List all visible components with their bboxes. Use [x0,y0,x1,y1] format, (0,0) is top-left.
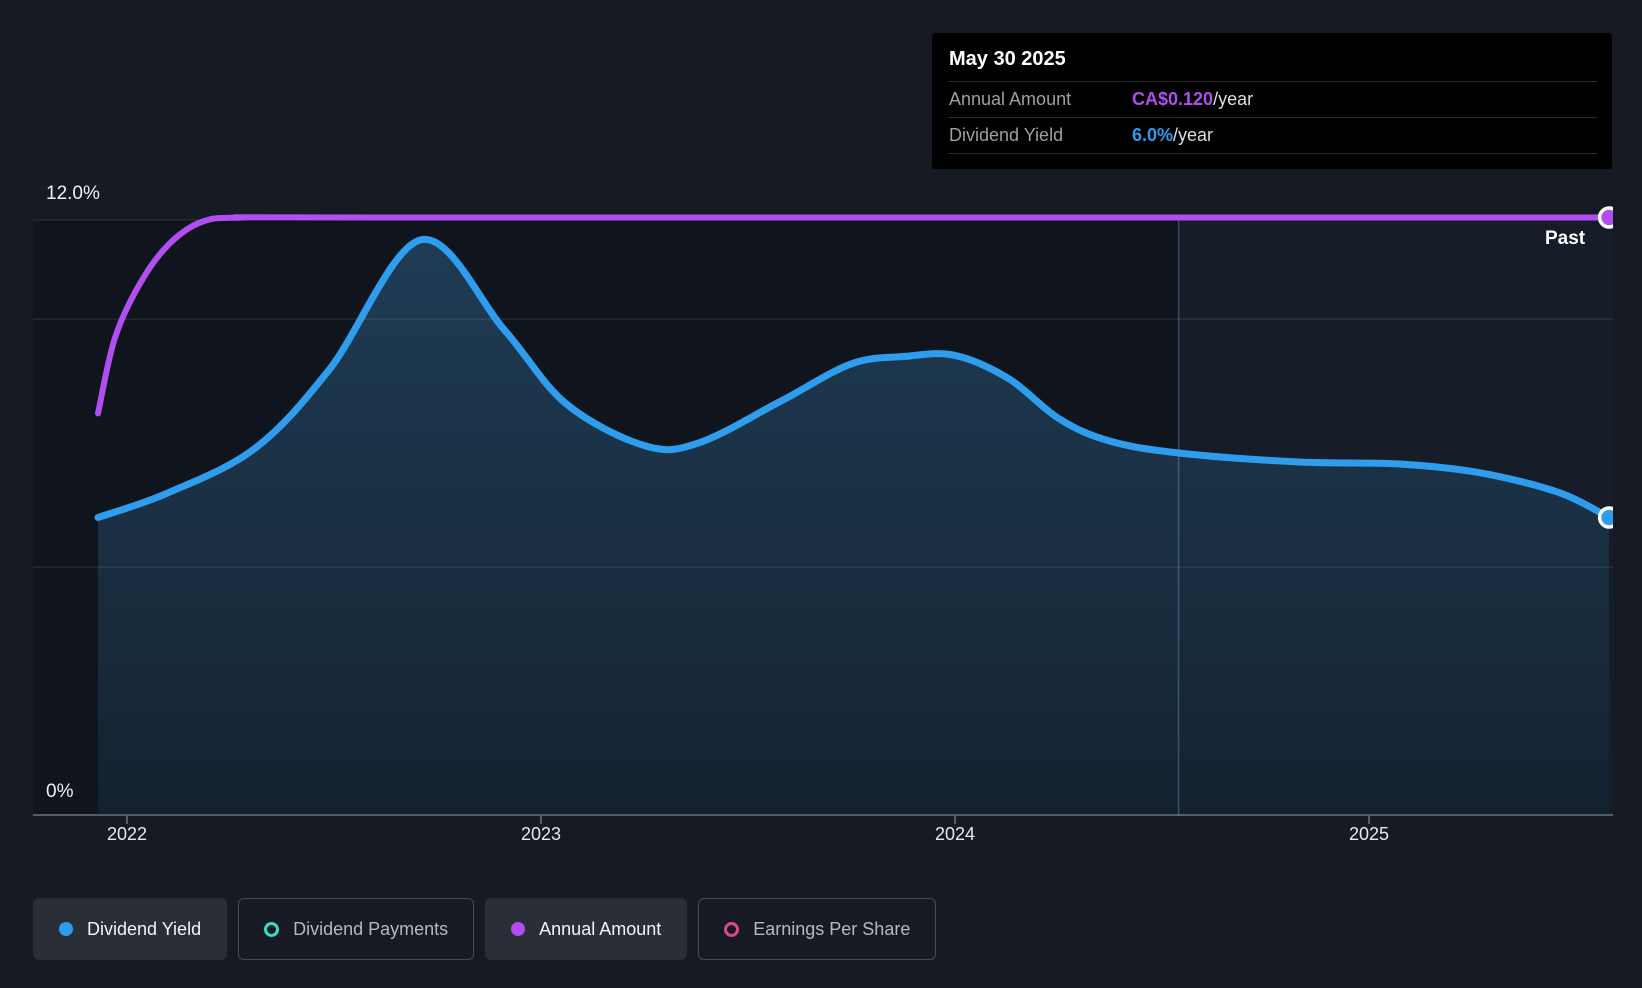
tooltip-row-dividend-yield: Dividend Yield 6.0% /year [932,118,1612,153]
legend-button-earnings-per-share[interactable]: Earnings Per Share [698,898,937,960]
tooltip-date: May 30 2025 [949,48,1066,70]
earnings-per-share-ring-icon [724,921,740,937]
tooltip-footer-space [932,154,1612,169]
x-axis-label-2022: 2022 [106,824,148,844]
y-axis-label-bottom: 0% [46,781,74,802]
dividend-history-chart: 12.0% 0% Past 2022 2023 2024 2025 May 30 20… [0,0,1642,988]
annual-amount-dot-icon [511,922,526,936]
dividend-yield-dot-icon [59,922,73,936]
x-axis-label-2025: 2025 [1348,824,1390,844]
legend-label: Dividend Payments [293,918,449,939]
x-axis-label-2024: 2024 [934,824,976,844]
legend-label: Dividend Yield [87,918,202,939]
dividend-yield-end-marker [1597,506,1613,529]
tooltip-suffix: /year [1173,125,1214,145]
legend: Dividend Yield Dividend Payments Annual … [33,898,937,960]
annual-amount-end-marker [1597,206,1613,229]
legend-button-dividend-payments[interactable]: Dividend Payments [238,898,475,960]
y-axis-label-top: 12.0% [46,183,100,204]
tooltip-value: CA$0.120 [1132,89,1214,109]
tooltip-label: Dividend Yield [949,125,1064,145]
tooltip-row-annual-amount: Annual Amount CA$0.120 /year [932,82,1612,117]
legend-button-annual-amount[interactable]: Annual Amount [485,898,688,960]
legend-label: Earnings Per Share [753,918,911,939]
dividend-payments-ring-icon [264,921,280,937]
past-label: Past [1545,228,1586,249]
x-axis [126,816,1370,824]
tooltip-label: Annual Amount [949,89,1072,109]
chart-tooltip: May 30 2025 Annual Amount CA$0.120 /year… [932,33,1612,169]
x-axis-label-2023: 2023 [520,824,562,844]
legend-label: Annual Amount [539,918,662,939]
tooltip-suffix: /year [1213,89,1254,109]
tooltip-value: 6.0% [1132,125,1174,145]
legend-button-dividend-yield[interactable]: Dividend Yield [33,898,228,960]
